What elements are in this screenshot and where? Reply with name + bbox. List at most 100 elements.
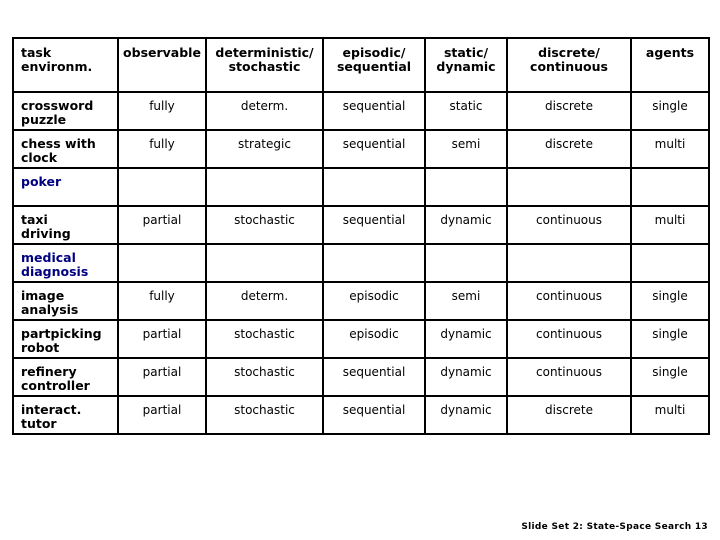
table-cell-value: strategic — [238, 137, 291, 151]
table-cell-value — [119, 169, 205, 175]
slide-footer: Slide Set 2: State-Space Search 13 — [521, 522, 708, 532]
column-header-episodic-sequential: episodic/ sequential — [322, 37, 426, 93]
row-header-cell: poker — [12, 167, 119, 207]
table-cell-value: sequential — [342, 365, 406, 379]
slide-canvas: task environm. observable deterministic/… — [0, 0, 720, 540]
table-cell-value: single — [652, 99, 688, 113]
column-header-label: discrete/ continuous — [530, 45, 608, 74]
column-header-task-environm: task environm. — [12, 37, 119, 93]
table-cell: stochastic — [205, 205, 324, 245]
table-cell — [424, 167, 508, 207]
table-cell-value — [207, 245, 322, 251]
table-cell: dynamic — [424, 319, 508, 359]
table-cell: stochastic — [205, 357, 324, 397]
table-cell: multi — [630, 205, 710, 245]
table-cell-value: multi — [654, 137, 686, 151]
row-header-label: poker — [21, 174, 62, 189]
table-cell-value: sequential — [342, 403, 406, 417]
column-header-static-dynamic: static/ dynamic — [424, 37, 508, 93]
table-cell-value: fully — [149, 289, 175, 303]
table-cell-value — [207, 169, 322, 175]
table-cell — [117, 167, 207, 207]
table-cell-value — [508, 169, 630, 175]
table-cell: semi — [424, 281, 508, 321]
table-cell: multi — [630, 395, 710, 435]
table-cell-value: determ. — [240, 99, 289, 113]
table-cell-value: dynamic — [440, 365, 492, 379]
table-row: poker — [12, 167, 710, 207]
table-cell: partial — [117, 357, 207, 397]
table-cell-value: dynamic — [440, 403, 492, 417]
column-header-label: static/ dynamic — [436, 45, 496, 74]
row-header-cell: interact. tutor — [12, 395, 119, 435]
table-cell: semi — [424, 129, 508, 169]
table-cell: partial — [117, 395, 207, 435]
table-cell: sequential — [322, 129, 426, 169]
table-cell: static — [424, 91, 508, 131]
table-cell-value — [632, 245, 708, 251]
table-cell-value: stochastic — [234, 365, 295, 379]
table-header-row: task environm. observable deterministic/… — [12, 37, 710, 93]
row-header-label: refinery controller — [21, 364, 90, 393]
table-cell — [117, 243, 207, 283]
table-cell — [506, 243, 632, 283]
table-cell-value: dynamic — [440, 213, 492, 227]
table-cell: single — [630, 281, 710, 321]
table-cell-value: partial — [142, 213, 182, 227]
table-row: refinery controller partial stochastic sequ… — [12, 357, 710, 397]
row-header-cell: crossword puzzle — [12, 91, 119, 131]
row-header-label: image analysis — [21, 288, 79, 317]
row-header-label: crossword puzzle — [21, 98, 94, 127]
table-cell: fully — [117, 281, 207, 321]
table-cell-value: episodic — [349, 327, 399, 341]
table-cell-value: semi — [451, 289, 481, 303]
row-header-cell: partpicking robot — [12, 319, 119, 359]
table-cell — [322, 167, 426, 207]
table-cell: sequential — [322, 205, 426, 245]
table-cell: discrete — [506, 91, 632, 131]
column-header-label: task environm. — [21, 45, 93, 74]
table-cell-value: multi — [654, 213, 686, 227]
table-row: image analysis fully determ. episodic semi co… — [12, 281, 710, 321]
table-cell: determ. — [205, 91, 324, 131]
task-environments-table: task environm. observable deterministic/… — [12, 37, 710, 435]
column-header-discrete-continuous: discrete/ continuous — [506, 37, 632, 93]
table-cell-value: determ. — [240, 289, 289, 303]
table-cell-value: single — [652, 327, 688, 341]
table-cell: episodic — [322, 319, 426, 359]
table-cell — [424, 243, 508, 283]
table-cell-value — [324, 169, 424, 175]
table-cell: single — [630, 91, 710, 131]
column-header-deterministic-stochastic: deterministic/ stochastic — [205, 37, 324, 93]
table-cell-value: fully — [149, 99, 175, 113]
table-cell-value: sequential — [342, 213, 406, 227]
row-header-cell: image analysis — [12, 281, 119, 321]
table-cell: determ. — [205, 281, 324, 321]
table-cell — [630, 167, 710, 207]
table-cell — [205, 167, 324, 207]
row-header-cell: medical diagnosis — [12, 243, 119, 283]
table-cell-value: episodic — [349, 289, 399, 303]
table-cell-value: continuous — [536, 365, 602, 379]
table-cell-value: single — [652, 289, 688, 303]
row-header-cell: refinery controller — [12, 357, 119, 397]
table-cell: dynamic — [424, 357, 508, 397]
table-cell-value: continuous — [536, 327, 602, 341]
row-header-cell: chess with clock — [12, 129, 119, 169]
table-cell: strategic — [205, 129, 324, 169]
table-cell-value: stochastic — [234, 327, 295, 341]
column-header-label: observable — [123, 45, 201, 60]
table-cell: fully — [117, 91, 207, 131]
table-cell: continuous — [506, 357, 632, 397]
table-cell-value: continuous — [536, 213, 602, 227]
table-row: crossword puzzle fully determ. sequential st… — [12, 91, 710, 131]
table-cell: dynamic — [424, 395, 508, 435]
table-cell: episodic — [322, 281, 426, 321]
table-cell: partial — [117, 319, 207, 359]
table-cell: fully — [117, 129, 207, 169]
table-cell — [630, 243, 710, 283]
table-cell: continuous — [506, 319, 632, 359]
row-header-label: taxi driving — [21, 212, 71, 241]
row-header-label: interact. tutor — [21, 402, 82, 431]
table-cell-value — [632, 169, 708, 175]
